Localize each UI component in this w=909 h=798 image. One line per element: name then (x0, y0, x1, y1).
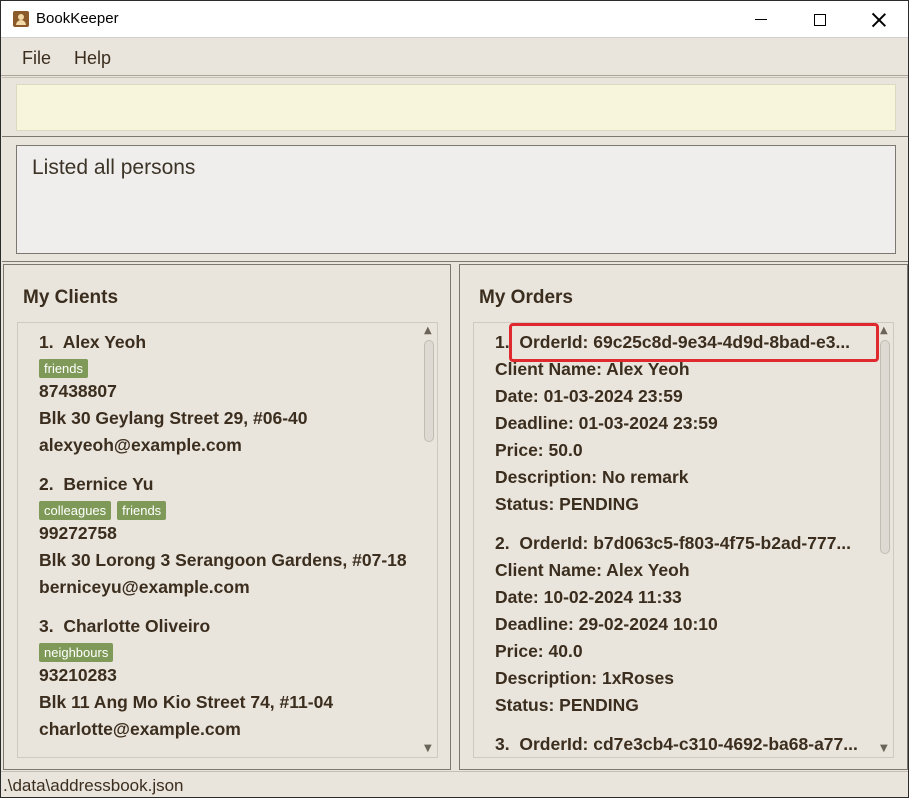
order-status: Status: PENDING (495, 494, 639, 514)
order-index: 2. (495, 533, 510, 553)
order-description: Description: No remark (495, 467, 689, 487)
order-card[interactable]: 1. OrderId: 69c25c8d-9e34-4d9d-8bad-e3..… (495, 332, 867, 521)
result-display-panel: Listed all persons (2, 138, 908, 262)
client-index: 3. (39, 616, 54, 636)
client-tags: friends (39, 356, 307, 381)
client-email: berniceyu@example.com (39, 577, 250, 597)
client-email: alexyeoh@example.com (39, 435, 242, 455)
scroll-up-icon[interactable]: ▲ (424, 326, 432, 336)
order-client-name: Client Name: Alex Yeoh (495, 560, 690, 580)
client-index: 1. (39, 332, 54, 352)
command-input[interactable] (16, 84, 896, 131)
order-list-scrollbar[interactable]: ▲ ▼ (877, 323, 893, 757)
scroll-up-icon[interactable]: ▲ (880, 326, 888, 336)
order-price: Price: 50.0 (495, 440, 583, 460)
scroll-down-icon[interactable]: ▼ (424, 744, 432, 754)
scroll-thumb[interactable] (880, 340, 890, 554)
order-price: Price: 40.0 (495, 641, 583, 661)
result-display: Listed all persons (16, 145, 896, 254)
order-index: 3. (495, 734, 510, 754)
scroll-down-icon[interactable]: ▼ (880, 744, 888, 754)
order-client-name: Client Name: Alex Yeoh (495, 359, 690, 379)
client-name-line: 2. Bernice Yu (39, 474, 407, 498)
client-name-line: 3. Charlotte Oliveiro (39, 616, 333, 640)
orders-panel: My Orders 1. OrderId: 69c25c8d-9e34-4d9d… (459, 264, 908, 770)
minimize-button[interactable] (732, 1, 790, 38)
order-date: Date: 10-02-2024 11:33 (495, 587, 682, 607)
client-tag: colleagues (39, 501, 112, 520)
clients-panel: My Clients 1. Alex Yeoh friends 87438807… (3, 264, 451, 770)
close-button[interactable] (850, 1, 908, 38)
close-icon (872, 13, 886, 27)
client-phone: 93210283 (39, 665, 117, 685)
client-card[interactable]: 1. Alex Yeoh friends 87438807 Blk 30 Gey… (39, 332, 307, 462)
order-description: Description: 1xRoses (495, 668, 674, 688)
order-index: 1. (495, 332, 510, 352)
app-logo-icon (13, 11, 29, 27)
order-card[interactable]: 3. OrderId: cd7e3cb4-c310-4692-ba68-a77.… (495, 734, 867, 757)
client-address: Blk 30 Geylang Street 29, #06-40 (39, 408, 308, 428)
title-bar: BookKeeper (1, 1, 908, 38)
scroll-thumb[interactable] (424, 340, 434, 442)
client-tag: friends (39, 359, 89, 378)
client-list[interactable]: 1. Alex Yeoh friends 87438807 Blk 30 Gey… (17, 322, 438, 758)
client-tag: friends (117, 501, 167, 520)
client-name: Bernice Yu (63, 474, 154, 494)
order-id-line: 2. OrderId: b7d063c5-f803-4f75-b2ad-777.… (495, 533, 867, 560)
order-id-line: 3. OrderId: cd7e3cb4-c310-4692-ba68-a77.… (495, 734, 867, 757)
menu-file[interactable]: File (22, 48, 51, 69)
order-id: OrderId: b7d063c5-f803-4f75-b2ad-777... (519, 533, 852, 553)
maximize-icon (814, 13, 826, 26)
command-box-panel (2, 77, 908, 137)
clients-panel-title: My Clients (23, 287, 119, 308)
client-name: Charlotte Oliveiro (63, 616, 211, 636)
client-card[interactable]: 2. Bernice Yu colleagues friends 9927275… (39, 474, 407, 604)
client-name-line: 1. Alex Yeoh (39, 332, 307, 356)
order-list[interactable]: 1. OrderId: 69c25c8d-9e34-4d9d-8bad-e3..… (473, 322, 894, 758)
client-list-scrollbar[interactable]: ▲ ▼ (421, 323, 437, 757)
order-id: OrderId: 69c25c8d-9e34-4d9d-8bad-e3... (519, 332, 851, 352)
client-card[interactable]: 3. Charlotte Oliveiro neighbours 9321028… (39, 616, 333, 746)
menu-help[interactable]: Help (74, 48, 111, 69)
client-name: Alex Yeoh (62, 332, 147, 352)
client-email: charlotte@example.com (39, 719, 241, 739)
client-address: Blk 30 Lorong 3 Serangoon Gardens, #07-1… (39, 550, 407, 570)
result-message: Listed all persons (32, 156, 196, 179)
order-date: Date: 01-03-2024 23:59 (495, 386, 683, 406)
order-card[interactable]: 2. OrderId: b7d063c5-f803-4f75-b2ad-777.… (495, 533, 867, 722)
client-index: 2. (39, 474, 54, 494)
minimize-icon (755, 19, 767, 20)
orders-panel-title: My Orders (479, 287, 573, 308)
client-address: Blk 11 Ang Mo Kio Street 74, #11-04 (39, 692, 334, 712)
save-location-path: .\data\addressbook.json (3, 776, 184, 795)
client-tags: colleagues friends (39, 498, 407, 523)
status-bar: .\data\addressbook.json (1, 771, 908, 797)
order-id: OrderId: cd7e3cb4-c310-4692-ba68-a77... (519, 734, 858, 754)
menu-bar: File Help (1, 38, 908, 76)
client-tags: neighbours (39, 640, 333, 665)
order-deadline: Deadline: 01-03-2024 23:59 (495, 413, 718, 433)
client-phone: 87438807 (39, 381, 117, 401)
client-phone: 99272758 (39, 523, 117, 543)
order-deadline: Deadline: 29-02-2024 10:10 (495, 614, 718, 634)
app-window: BookKeeper File Help Listed all persons … (0, 0, 909, 798)
order-id-line: 1. OrderId: 69c25c8d-9e34-4d9d-8bad-e3..… (495, 332, 867, 359)
maximize-button[interactable] (791, 1, 849, 38)
client-tag: neighbours (39, 643, 114, 662)
window-title: BookKeeper (36, 10, 119, 27)
order-status: Status: PENDING (495, 695, 639, 715)
